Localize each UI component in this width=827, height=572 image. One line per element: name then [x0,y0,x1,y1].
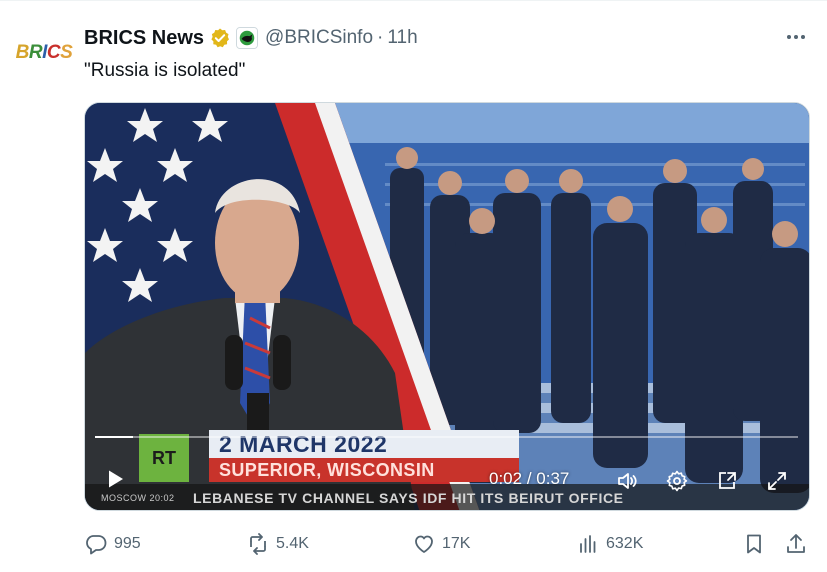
progress-bar[interactable] [95,436,798,438]
avatar-letter-b: B [15,42,30,63]
bookmark-button[interactable] [742,530,766,558]
share-button[interactable] [784,530,808,558]
timestamp[interactable]: 11h [387,27,417,49]
views-count: 632K [606,535,644,552]
news-ticker: MOSCOW 20:02 LEBANESE TV CHANNEL SAYS ID… [85,484,809,510]
tweet-header: BRICS News @BRICSinfo · 11h [84,25,418,51]
location-banner: SUPERIOR, WISCONSIN [209,458,519,482]
heart-icon [415,535,433,553]
fullscreen-icon[interactable] [763,467,791,495]
avatar[interactable]: BRICS [14,30,74,76]
repost-count: 5.4K [276,535,309,552]
ticker-text: LEBANESE TV CHANNEL SAYS IDF HIT ITS BEI… [193,490,624,506]
ticker-clock: MOSCOW 20:02 [101,493,175,503]
top-divider [0,0,827,1]
reply-icon [86,535,107,555]
progress-fill [95,436,133,438]
avatar-letter-c: C [46,42,61,63]
pip-icon[interactable] [713,467,741,495]
header-separator: · [377,27,384,48]
date-banner: 2 MARCH 2022 [209,430,519,458]
time-readout: 0:02 / 0:37 [489,469,569,489]
like-count: 17K [442,535,471,552]
reply-button[interactable]: 995 [84,530,141,558]
volume-icon[interactable] [613,467,641,495]
repost-icon [250,533,266,555]
gear-icon[interactable] [663,467,691,495]
repost-button[interactable]: 5.4K [246,530,309,558]
rt-logo: RT [139,434,189,482]
affiliate-badge-icon[interactable] [236,27,259,49]
verified-badge-icon[interactable] [209,27,231,49]
more-icon[interactable] [782,26,810,48]
location-banner-text: SUPERIOR, WISCONSIN [219,459,435,480]
reply-count: 995 [114,535,141,552]
bookmark-icon [747,534,761,554]
play-icon[interactable] [101,465,129,493]
like-button[interactable]: 17K [412,530,470,558]
avatar-letter-r: R [28,42,43,63]
tweet-text: "Russia is isolated" [84,60,246,81]
views-button[interactable]: 632K [576,530,643,558]
action-bar: 995 5.4K 17K 632K [84,530,810,558]
time-separator: / [522,469,537,488]
more-dot [787,35,791,39]
date-banner-text: 2 MARCH 2022 [219,430,388,457]
more-dot [801,35,805,39]
duration: 0:37 [536,469,570,488]
video-player[interactable]: RT 2 MARCH 2022 SUPERIOR, WISCONSIN MOSC… [84,102,810,511]
avatar-logo: BRICS [16,42,73,64]
handle[interactable]: @BRICSinfo [265,27,373,49]
display-name[interactable]: BRICS News [84,27,204,50]
rt-logo-text: RT [152,447,176,468]
more-dot [794,35,798,39]
current-time: 0:02 [489,469,523,488]
share-icon [787,534,805,553]
views-icon [580,535,596,553]
avatar-letter-s: S [60,42,73,63]
